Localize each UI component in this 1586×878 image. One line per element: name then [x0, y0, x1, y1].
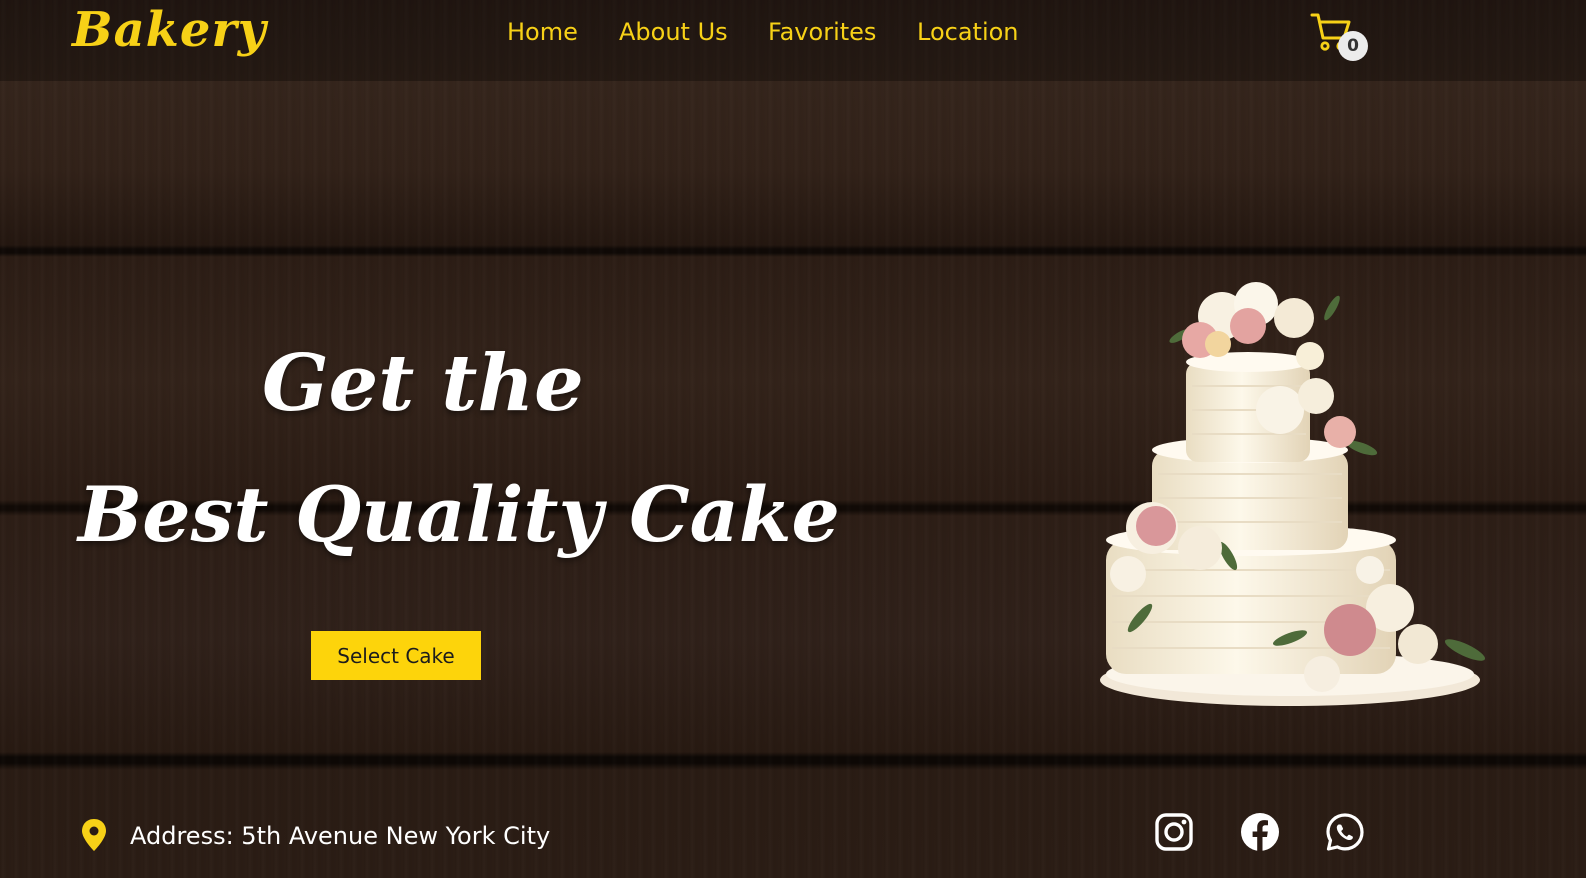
cake-image — [1100, 282, 1486, 706]
cart-count-badge: 0 — [1338, 31, 1368, 61]
location-pin-icon — [82, 819, 106, 851]
top-navbar: Bakery Home About Us Favorites Location … — [0, 0, 1586, 81]
select-cake-button[interactable]: Select Cake — [311, 631, 481, 680]
hero-heading-line1: Get the — [262, 338, 584, 429]
nav-about-us[interactable]: About Us — [619, 18, 728, 46]
bakery-logo[interactable]: Bakery — [72, 2, 267, 58]
nav-favorites[interactable]: Favorites — [768, 18, 876, 46]
nav-home[interactable]: Home — [507, 18, 578, 46]
address-text: Address: 5th Avenue New York City — [130, 822, 551, 850]
hero-heading-line2: Best Quality Cake — [78, 470, 840, 559]
instagram-icon[interactable] — [1154, 812, 1194, 852]
nav-location[interactable]: Location — [917, 18, 1019, 46]
cart-button[interactable]: 0 — [1310, 10, 1368, 64]
facebook-icon[interactable] — [1240, 812, 1280, 852]
whatsapp-icon[interactable] — [1325, 812, 1365, 852]
